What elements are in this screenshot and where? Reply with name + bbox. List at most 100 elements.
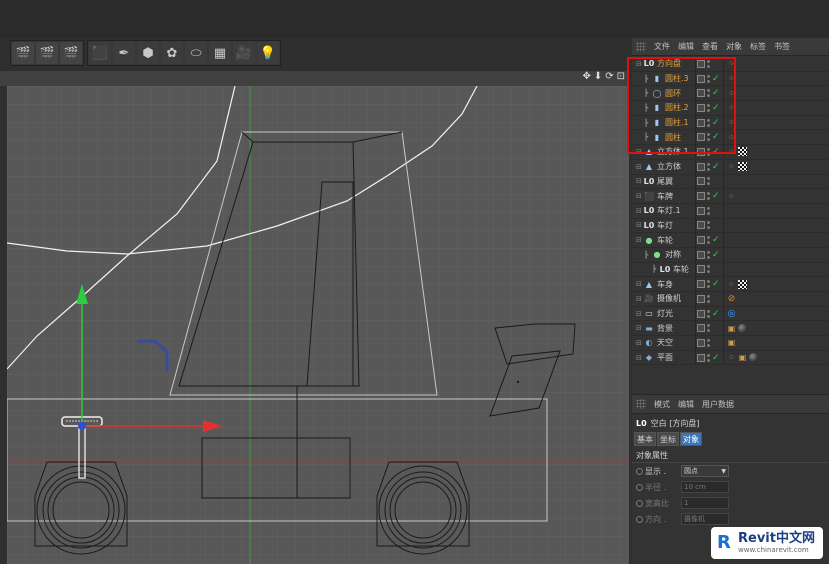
compositing-tag-icon[interactable]: ▣ — [727, 324, 736, 333]
move-view-icon[interactable]: ✥ — [582, 71, 590, 82]
attr-menu-item[interactable]: 模式 — [654, 399, 670, 410]
tree-expander-icon[interactable]: ⊟ — [636, 192, 644, 200]
target-tag-icon[interactable]: ◎ — [727, 309, 736, 319]
layer-toggle[interactable] — [697, 265, 705, 274]
tree-expander-icon[interactable]: ⊟ — [636, 295, 644, 303]
layer-toggle[interactable] — [697, 162, 705, 171]
render-view-button[interactable]: 🎬 — [12, 42, 34, 64]
tag-icon[interactable]: ⁘ — [727, 192, 736, 201]
layer-toggle[interactable] — [697, 236, 705, 245]
visibility-toggle[interactable] — [707, 265, 710, 274]
tree-expander-icon[interactable]: ┣ — [644, 251, 652, 259]
om-menu-item[interactable]: 查看 — [702, 41, 718, 52]
attr-tab[interactable]: 基本 — [634, 432, 656, 446]
object-row[interactable]: ⊟ ▬ 背景 ▣ — [632, 321, 829, 337]
visibility-toggle[interactable] — [707, 324, 710, 333]
animate-radio[interactable] — [636, 499, 643, 507]
object-row[interactable]: ┣ L0 车轮 — [632, 263, 829, 278]
visibility-toggle[interactable] — [707, 250, 710, 259]
attr-menu-item[interactable]: 编辑 — [678, 399, 694, 410]
tree-expander-icon[interactable]: ⊟ — [636, 354, 644, 362]
visibility-toggle[interactable] — [707, 353, 710, 362]
render-settings-button[interactable]: 🎬 — [60, 42, 82, 64]
deformer-button[interactable]: ⬭ — [185, 42, 207, 64]
visibility-toggle[interactable] — [707, 192, 710, 201]
render-picture-viewer-button[interactable]: 🎬 — [36, 42, 58, 64]
tag-icon[interactable]: ⁘ — [727, 353, 736, 362]
compositing-tag-icon[interactable]: ▣ — [727, 338, 736, 347]
enabled-check-icon[interactable]: ✓ — [712, 353, 722, 363]
visibility-toggle[interactable] — [707, 206, 710, 215]
layer-toggle[interactable] — [697, 309, 705, 318]
object-row[interactable]: ⊟ ⬛ 车牌 ✓ ⁘ — [632, 189, 829, 204]
visibility-toggle[interactable] — [707, 162, 710, 171]
attr-tab[interactable]: 对象 — [680, 432, 702, 446]
attr-menu-item[interactable]: 用户数据 — [702, 399, 734, 410]
object-row[interactable]: ⊟ ◐ 天空 ▣ — [632, 336, 829, 351]
layer-toggle[interactable] — [697, 338, 705, 347]
object-row[interactable]: ⊟ L0 车灯.1 — [632, 204, 829, 219]
object-row[interactable]: ⊟ ▭ 灯光 ✓ ◎ — [632, 307, 829, 322]
om-menu-item[interactable]: 对象 — [726, 41, 742, 52]
material-tag-icon[interactable] — [738, 147, 747, 157]
om-menu-item[interactable]: 文件 — [654, 41, 670, 52]
layer-toggle[interactable] — [697, 280, 705, 289]
tag-icon[interactable]: ⁘ — [727, 280, 736, 289]
viewport-scene[interactable] — [7, 86, 629, 564]
subdivision-surface-button[interactable]: ⬢ — [137, 42, 159, 64]
visibility-toggle[interactable] — [707, 338, 710, 347]
compositing-tag-icon[interactable]: ▣ — [738, 353, 747, 362]
object-row[interactable]: ⊟ 🎥 摄像机 ⊘ — [632, 292, 829, 307]
om-menu-item[interactable]: 书签 — [774, 41, 790, 52]
object-row[interactable]: ⊟ ◆ 平面 ✓ ⁘ ▣ — [632, 351, 829, 366]
enabled-check-icon[interactable]: ✓ — [712, 162, 722, 172]
attr-prop-dropdown[interactable]: 圆点 ▼ — [681, 465, 729, 477]
viewport[interactable] — [7, 86, 629, 564]
enabled-check-icon[interactable]: ✓ — [712, 191, 722, 201]
layer-toggle[interactable] — [697, 250, 705, 259]
tree-expander-icon[interactable]: ⊟ — [636, 163, 644, 171]
enabled-check-icon[interactable]: ✓ — [712, 235, 722, 245]
pen-spline-button[interactable]: ✒ — [113, 42, 135, 64]
panel-grip-icon[interactable] — [636, 41, 646, 52]
enabled-check-icon[interactable]: ✓ — [712, 250, 722, 260]
tag-icon[interactable]: ⁘ — [727, 162, 736, 171]
layer-toggle[interactable] — [697, 192, 705, 201]
tree-expander-icon[interactable]: ⊟ — [636, 324, 644, 332]
layer-toggle[interactable] — [697, 294, 705, 303]
visibility-toggle[interactable] — [707, 221, 710, 230]
tree-expander-icon[interactable]: ⊟ — [636, 339, 644, 347]
tree-expander-icon[interactable]: ⊟ — [636, 310, 644, 318]
object-row[interactable]: ⊟ ▲ 车身 ✓ ⁘ — [632, 277, 829, 292]
toggle-view-icon[interactable]: ⊡ — [617, 71, 625, 82]
om-menu-item[interactable]: 标签 — [750, 41, 766, 52]
gizmo-z-axis[interactable] — [78, 422, 86, 430]
sphere-material-icon[interactable] — [738, 323, 747, 333]
object-row[interactable]: ⊟ ▲ 立方体 ✓ ⁘ — [632, 160, 829, 175]
enabled-check-icon[interactable]: ✓ — [712, 309, 722, 319]
visibility-toggle[interactable] — [707, 177, 710, 186]
visibility-toggle[interactable] — [707, 236, 710, 245]
visibility-toggle[interactable] — [707, 309, 710, 318]
object-row[interactable]: ┣ ● 对称 ✓ — [632, 248, 829, 263]
animate-radio[interactable] — [636, 467, 643, 475]
object-row[interactable]: ⊟ L0 车灯 — [632, 219, 829, 234]
cube-button[interactable]: ⬛ — [89, 42, 111, 64]
light-button[interactable]: 💡 — [257, 42, 279, 64]
zoom-view-icon[interactable]: ⬇ — [594, 71, 602, 82]
visibility-toggle[interactable] — [707, 280, 710, 289]
animate-radio[interactable] — [636, 483, 643, 491]
object-row[interactable]: ⊟ ● 车轮 ✓ — [632, 233, 829, 248]
camera-button[interactable]: 🎥 — [233, 42, 255, 64]
layer-toggle[interactable] — [697, 324, 705, 333]
object-row[interactable]: ⊟ L0 尾翼 — [632, 175, 829, 190]
animate-radio[interactable] — [636, 515, 643, 523]
attr-tab[interactable]: 坐标 — [657, 432, 679, 446]
render-tag-icon[interactable]: ⊘ — [727, 294, 736, 304]
layer-toggle[interactable] — [697, 221, 705, 230]
om-menu-item[interactable]: 编辑 — [678, 41, 694, 52]
rotate-view-icon[interactable]: ⟳ — [605, 71, 613, 82]
tree-expander-icon[interactable]: ⊟ — [636, 280, 644, 288]
layer-toggle[interactable] — [697, 206, 705, 215]
sphere-material-icon[interactable] — [749, 353, 758, 363]
